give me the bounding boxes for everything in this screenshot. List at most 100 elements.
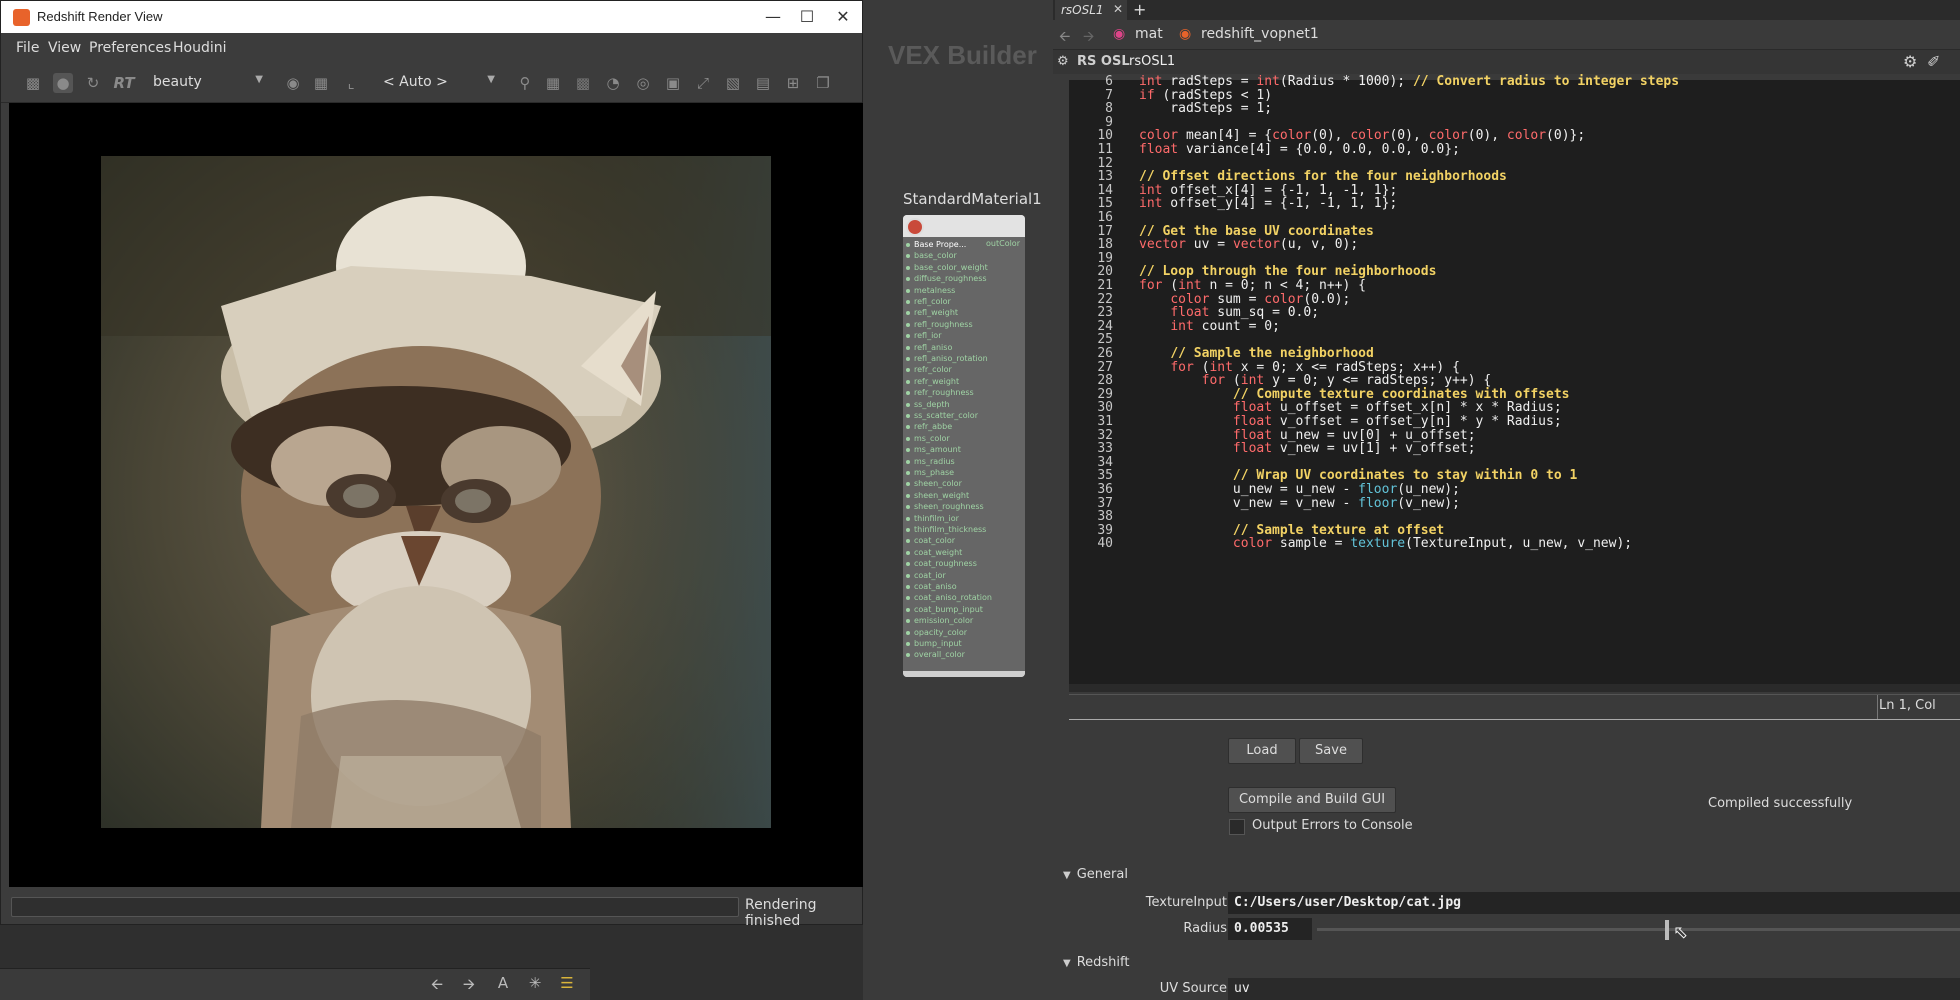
arrow-right-icon[interactable]: 🡪	[458, 974, 480, 994]
menu-view[interactable]: View	[48, 40, 81, 56]
save-button[interactable]: Save	[1299, 738, 1363, 764]
gear-icon[interactable]: ⚙	[1903, 52, 1917, 71]
node-port[interactable]: refl_roughness	[906, 319, 973, 330]
lock-icon[interactable]: ⚲	[515, 73, 535, 93]
node-port[interactable]: coat_bump_input	[906, 604, 983, 615]
radius-slider-handle[interactable]	[1665, 920, 1669, 940]
film-icon[interactable]: ▩	[23, 73, 43, 93]
forward-icon[interactable]: 🡪	[1083, 26, 1094, 50]
code-line[interactable]: v_new = v_new - floor(v_new);	[1139, 496, 1460, 511]
copy-icon[interactable]: ❐	[813, 73, 833, 93]
tiles-icon[interactable]: ▦	[543, 73, 563, 93]
code-line[interactable]: float variance[4] = {0.0, 0.0, 0.0, 0.0}…	[1139, 142, 1460, 157]
node-port[interactable]: coat_aniso_rotation	[906, 592, 992, 603]
uv-source-field[interactable]: uv	[1228, 978, 1960, 1000]
node-port[interactable]: diffuse_roughness	[906, 273, 987, 284]
output-errors-checkbox[interactable]	[1229, 819, 1245, 835]
menu-preferences[interactable]: Preferences	[89, 40, 171, 56]
target-icon[interactable]: ◎	[633, 73, 653, 93]
radius-field[interactable]: 0.00535	[1228, 918, 1312, 940]
refresh-icon[interactable]: ↻	[83, 73, 103, 93]
node-port[interactable]: thinfilm_ior	[906, 513, 959, 524]
node-port[interactable]: refl_color	[906, 296, 951, 307]
section-redshift[interactable]: ▼ Redshift	[1063, 955, 1129, 970]
snap-icon[interactable]: ✳	[524, 974, 546, 994]
add-tab-icon[interactable]: +	[1133, 0, 1146, 19]
node-port[interactable]: bump_input	[906, 638, 962, 649]
node-port[interactable]: refl_aniso	[906, 342, 952, 353]
settings-list-icon[interactable]: ☰	[556, 974, 578, 994]
image-icon[interactable]: ▤	[753, 73, 773, 93]
texture-input-field[interactable]: C:/Users/user/Desktop/cat.jpg	[1228, 892, 1960, 914]
node-port[interactable]: coat_color	[906, 535, 955, 546]
editor-splitter[interactable]	[1069, 684, 1960, 692]
node-port[interactable]: coat_weight	[906, 547, 962, 558]
compile-button[interactable]: Compile and Build GUI	[1228, 787, 1396, 813]
node-port[interactable]: coat_roughness	[906, 558, 977, 569]
node-port[interactable]: base_color_weight	[906, 262, 988, 273]
node-header[interactable]	[903, 215, 1025, 237]
fit-icon[interactable]: ⤢	[693, 73, 713, 93]
menu-houdini[interactable]: Houdini	[173, 40, 227, 56]
node-port[interactable]: refr_color	[906, 364, 952, 375]
font-icon[interactable]: A	[492, 974, 514, 994]
code-line[interactable]: int offset_y[4] = {-1, -1, 1, 1};	[1139, 196, 1397, 211]
rgb-icon[interactable]: ◉	[283, 73, 303, 93]
standard-material-node[interactable]: Base Prope... base_color base_color_weight…	[903, 215, 1025, 677]
node-port[interactable]: sheen_roughness	[906, 501, 984, 512]
minimize-icon[interactable]: —	[758, 5, 788, 29]
maximize-icon[interactable]: ☐	[792, 5, 822, 29]
code-line[interactable]: vector uv = vector(u, v, 0);	[1139, 237, 1358, 252]
code-line[interactable]: radSteps = 1;	[1139, 101, 1272, 116]
frame-icon[interactable]: ▣	[663, 73, 683, 93]
node-port[interactable]: Base Prope...	[906, 239, 966, 250]
node-name-field[interactable]: rsOSL1	[1129, 54, 1175, 69]
load-button[interactable]: Load	[1228, 738, 1296, 764]
aov-dropdown[interactable]: beauty ▼	[147, 71, 267, 95]
node-port[interactable]: refr_abbe	[906, 421, 952, 432]
node-port[interactable]: thinfilm_thickness	[906, 524, 986, 535]
arrow-left-icon[interactable]: 🡨	[426, 974, 448, 994]
brush-icon[interactable]: ✐	[1927, 52, 1940, 71]
node-port[interactable]: opacity_color	[906, 627, 967, 638]
node-port[interactable]: ms_radius	[906, 456, 955, 467]
section-general[interactable]: ▼ General	[1063, 867, 1128, 882]
node-port[interactable]: refr_roughness	[906, 387, 974, 398]
node-port[interactable]: refr_weight	[906, 376, 959, 387]
node-port[interactable]: base_color	[906, 250, 957, 261]
node-port[interactable]: sheen_color	[906, 478, 962, 489]
code-line[interactable]: int count = 0;	[1139, 319, 1280, 334]
node-port[interactable]: overall_color	[906, 649, 965, 660]
node-port[interactable]: refl_aniso_rotation	[906, 353, 988, 364]
node-port[interactable]: sheen_weight	[906, 490, 969, 501]
sphere-icon[interactable]: ◔	[603, 73, 623, 93]
node-port[interactable]: ms_amount	[906, 444, 961, 455]
camera-dropdown[interactable]: < Auto > ▼	[377, 71, 499, 95]
close-icon[interactable]: ✕	[1113, 2, 1123, 16]
code-line[interactable]: float v_new = uv[1] + v_offset;	[1139, 441, 1476, 456]
gear-icon[interactable]: ⚙	[1057, 54, 1069, 69]
code-editor[interactable]: 6 int radSteps = int(Radius * 1000); // C…	[1069, 74, 1960, 684]
render-viewport[interactable]	[9, 103, 863, 887]
node-port[interactable]: refl_ior	[906, 330, 941, 341]
menu-file[interactable]: File	[16, 40, 39, 56]
node-port[interactable]: metalness	[906, 285, 955, 296]
node-title[interactable]: StandardMaterial1	[903, 190, 1042, 208]
crop-icon[interactable]: ⌞	[341, 73, 361, 93]
add-snapshot-icon[interactable]: ⊞	[783, 73, 803, 93]
node-port[interactable]: ss_depth	[906, 399, 950, 410]
node-port[interactable]: refl_weight	[906, 307, 958, 318]
render-view-titlebar[interactable]: Redshift Render View — ☐ ✕	[1, 1, 862, 33]
breadcrumb-mat[interactable]: mat	[1135, 26, 1163, 42]
code-line[interactable]: color sample = texture(TextureInput, u_n…	[1139, 536, 1632, 551]
node-port[interactable]: ms_color	[906, 433, 950, 444]
close-icon[interactable]: ✕	[828, 5, 858, 29]
render-icon[interactable]: ●	[53, 73, 73, 93]
node-port[interactable]: emission_color	[906, 615, 973, 626]
node-port[interactable]: coat_ior	[906, 570, 946, 581]
checker-icon[interactable]: ▩	[573, 73, 593, 93]
back-icon[interactable]: 🡨	[1059, 26, 1070, 50]
grid-icon[interactable]: ▦	[311, 73, 331, 93]
node-port[interactable]: coat_aniso	[906, 581, 957, 592]
rt-button[interactable]: RT	[111, 73, 137, 93]
